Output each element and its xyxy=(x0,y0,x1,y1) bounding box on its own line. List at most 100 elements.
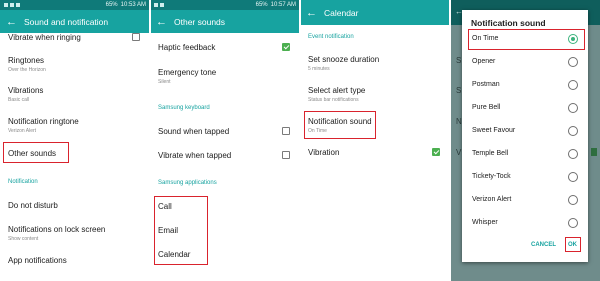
setting-vibration[interactable]: Vibration xyxy=(300,148,450,157)
setting-label: Vibrate when ringing xyxy=(8,33,81,42)
setting-vibrations[interactable]: Vibrations Basic call xyxy=(0,86,150,103)
setting-label: Notifications on lock screen xyxy=(8,225,106,234)
setting-value: Verizon Alert xyxy=(8,128,37,134)
sound-option-label: Sweet Favour xyxy=(472,127,516,134)
setting-do-not-disturb[interactable]: Do not disturb xyxy=(0,201,150,210)
status-time: 10:53 AM xyxy=(120,2,146,8)
setting-label: Set snooze duration xyxy=(308,55,380,64)
arrow-left-icon[interactable]: ← xyxy=(156,16,170,28)
vibrate-when-tapped-checkbox[interactable] xyxy=(282,151,290,159)
setting-value: 5 minutes xyxy=(308,66,330,72)
sound-option[interactable]: Tickety-Tock xyxy=(462,167,588,189)
setting-set-snooze-duration[interactable]: Set snooze duration 5 minutes xyxy=(300,55,450,72)
setting-label: Do not disturb xyxy=(8,201,58,210)
radio-icon[interactable] xyxy=(568,57,578,67)
setting-sound-when-tapped[interactable]: Sound when tapped xyxy=(150,127,300,136)
radio-icon[interactable] xyxy=(568,195,578,205)
dimmed-checkbox-edge xyxy=(591,148,597,156)
page-title: Other sounds xyxy=(174,16,226,27)
status-icons xyxy=(154,3,164,7)
arrow-left-icon[interactable]: ← xyxy=(306,7,320,19)
sound-option-label: Tickety-Tock xyxy=(472,173,511,180)
panel-other-sounds: 65% 10:57 AM ← Other sounds Haptic feedb… xyxy=(150,0,300,281)
setting-label: Sound when tapped xyxy=(158,127,230,136)
vibration-checkbox[interactable] xyxy=(432,148,440,156)
setting-app-notifications[interactable]: App notifications xyxy=(0,256,150,265)
sound-option[interactable]: Temple Bell xyxy=(462,144,588,166)
setting-value: Status bar notifications xyxy=(308,97,359,103)
setting-select-alert-type[interactable]: Select alert type Status bar notificatio… xyxy=(300,86,450,103)
setting-value: Over the Horizon xyxy=(8,67,46,73)
page-title: Calendar xyxy=(324,7,359,18)
setting-label: App notifications xyxy=(8,256,67,265)
haptic-feedback-checkbox[interactable] xyxy=(282,43,290,51)
sound-option-label: Opener xyxy=(472,58,496,65)
radio-icon[interactable] xyxy=(568,149,578,159)
setting-ringtones[interactable]: Ringtones Over the Horizon xyxy=(0,56,150,73)
sound-option[interactable]: Postman xyxy=(462,75,588,97)
sound-option-label: Pure Bell xyxy=(472,104,501,111)
status-bar: 65% 10:53 AM xyxy=(0,0,150,10)
panel-separator xyxy=(449,0,451,281)
highlight-notification-sound xyxy=(304,111,376,139)
app-bar: ← Sound and notification xyxy=(0,10,150,33)
dimmed-row-edge: V xyxy=(456,148,462,157)
setting-label: Select alert type xyxy=(308,86,366,95)
dialog-title: Notification sound xyxy=(471,18,546,28)
app-bar: ← Calendar xyxy=(300,0,450,25)
sound-when-tapped-checkbox[interactable] xyxy=(282,127,290,135)
setting-emergency-tone[interactable]: Emergency tone Silent xyxy=(150,68,300,85)
panel-separator xyxy=(299,0,301,281)
sound-option-label: Verizon Alert xyxy=(472,196,512,203)
radio-icon[interactable] xyxy=(568,218,578,228)
panel-calendar: ← Calendar Event notification Set snooze… xyxy=(300,0,450,281)
setting-label: Vibrations xyxy=(8,86,44,95)
radio-icon[interactable] xyxy=(568,172,578,182)
setting-label: Notification ringtone xyxy=(8,117,79,126)
status-time: 10:57 AM xyxy=(270,2,296,8)
sound-option[interactable]: Verizon Alert xyxy=(462,190,588,212)
page-title: Sound and notification xyxy=(24,16,109,27)
dimmed-row-edge: N xyxy=(456,117,462,126)
radio-icon[interactable] xyxy=(568,80,578,90)
radio-icon[interactable] xyxy=(568,103,578,113)
setting-notifications-on-lock-screen[interactable]: Notifications on lock screen Show conten… xyxy=(0,225,150,242)
arrow-left-icon[interactable]: ← xyxy=(6,16,20,28)
battery-level: 65% xyxy=(105,2,118,8)
setting-label: Ringtones xyxy=(8,56,45,65)
setting-vibrate-when-tapped[interactable]: Vibrate when tapped xyxy=(150,151,300,160)
panel-sound-and-notification: 65% 10:53 AM ← Sound and notification Vi… xyxy=(0,0,150,281)
cancel-button[interactable]: CANCEL xyxy=(531,242,556,248)
section-samsung-applications: Samsung applications xyxy=(158,180,217,186)
highlight-ok xyxy=(565,237,581,252)
setting-haptic-feedback[interactable]: Haptic feedback xyxy=(150,43,300,52)
highlight-on-time xyxy=(468,29,585,50)
sound-option-label: Temple Bell xyxy=(472,150,509,157)
dimmed-row-edge: S xyxy=(456,86,462,95)
sound-option-label: Whisper xyxy=(472,219,498,226)
section-notification: Notification xyxy=(8,179,38,185)
battery-level: 65% xyxy=(255,2,268,8)
setting-label: Vibrate when tapped xyxy=(158,151,232,160)
setting-label: Emergency tone xyxy=(158,68,217,77)
setting-notification-ringtone[interactable]: Notification ringtone Verizon Alert xyxy=(0,117,150,134)
app-bar: ← Other sounds xyxy=(150,10,300,33)
setting-value: Show content xyxy=(8,236,39,242)
section-samsung-keyboard: Samsung keyboard xyxy=(158,105,210,111)
highlight-samsung-apps xyxy=(154,196,208,265)
notification-sound-dialog: Notification sound On Time Opener Postma… xyxy=(462,10,588,262)
setting-vibrate-when-ringing[interactable]: Vibrate when ringing xyxy=(0,33,150,42)
sound-option[interactable]: Pure Bell xyxy=(462,98,588,120)
status-icons xyxy=(4,3,20,7)
setting-value: Basic call xyxy=(8,97,30,103)
highlight-other-sounds xyxy=(3,142,69,163)
section-event-notification: Event notification xyxy=(308,34,354,40)
sound-option[interactable]: Opener xyxy=(462,52,588,74)
vibrate-when-ringing-checkbox[interactable] xyxy=(132,33,140,41)
sound-option-label: Postman xyxy=(472,81,500,88)
radio-icon[interactable] xyxy=(568,126,578,136)
sound-option[interactable]: Whisper xyxy=(462,213,588,235)
panel-separator xyxy=(149,0,151,281)
sound-option[interactable]: Sweet Favour xyxy=(462,121,588,143)
setting-label: Haptic feedback xyxy=(158,43,216,52)
